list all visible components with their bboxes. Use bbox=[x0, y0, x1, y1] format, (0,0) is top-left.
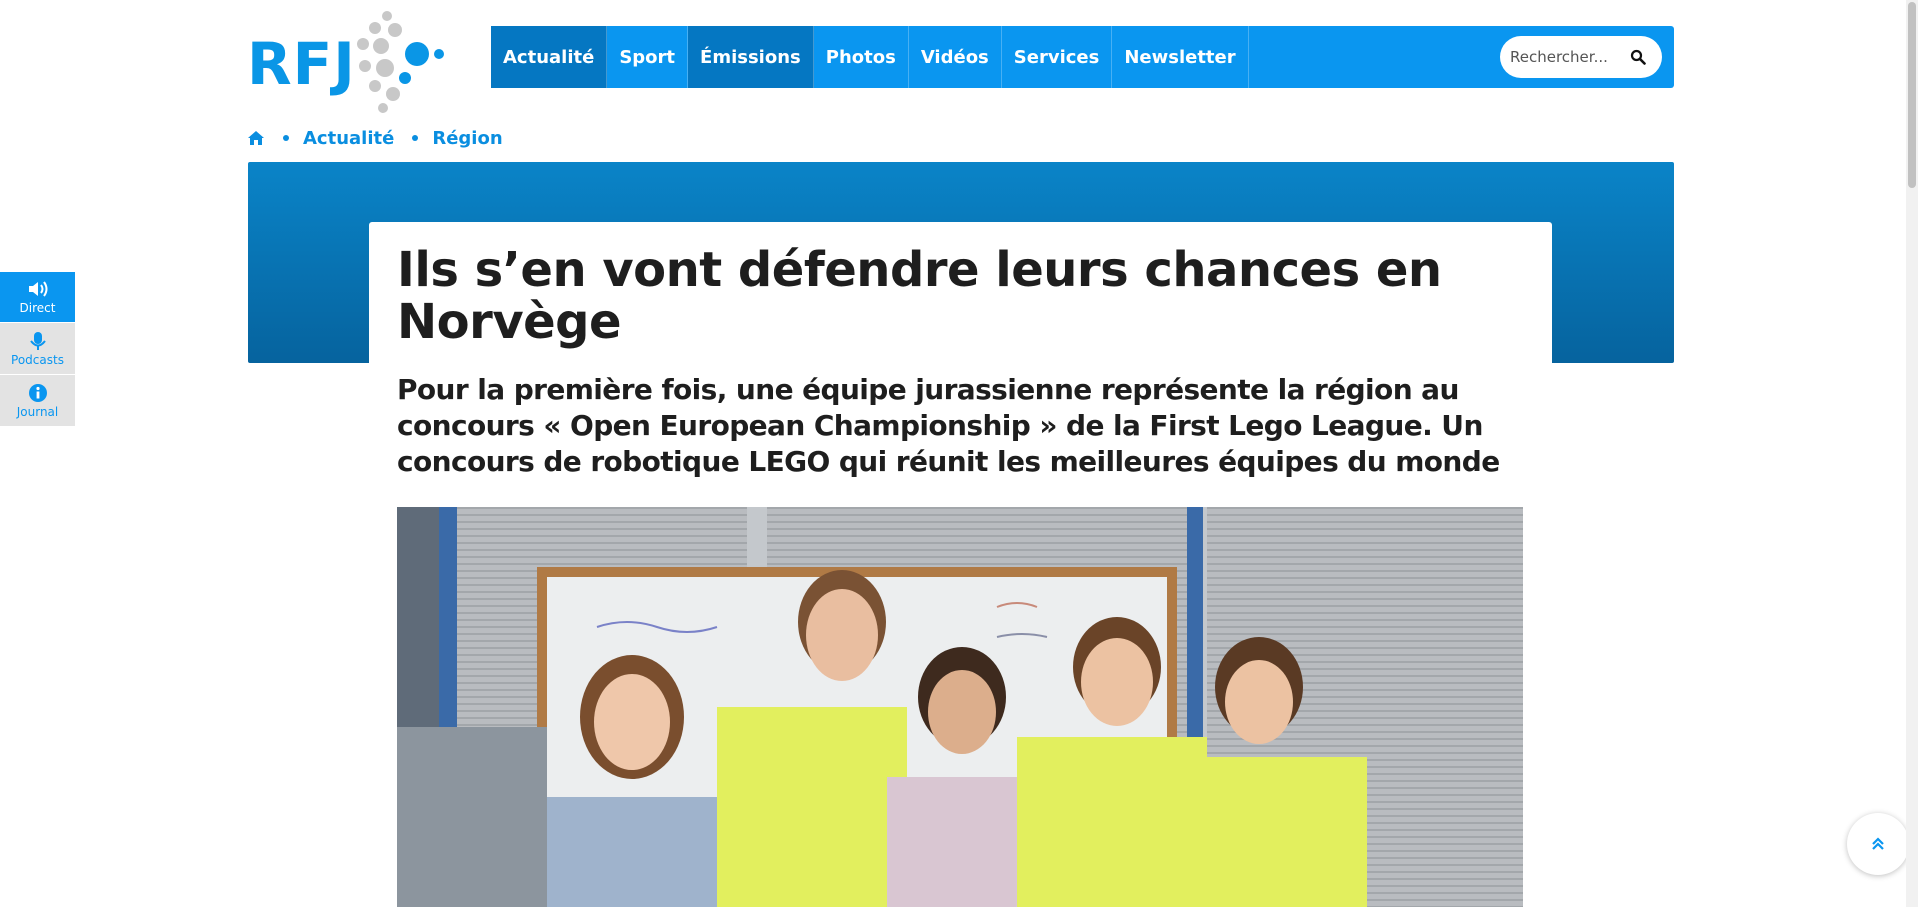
breadcrumb-separator bbox=[412, 135, 419, 141]
side-toolbar: Direct Podcasts Journal bbox=[0, 272, 75, 427]
search-box bbox=[1500, 36, 1662, 78]
back-to-top-button[interactable] bbox=[1847, 813, 1909, 875]
side-journal-label: Journal bbox=[16, 404, 59, 419]
article-photo[interactable] bbox=[397, 507, 1523, 907]
nav-item-actualite[interactable]: Actualité bbox=[491, 26, 608, 88]
side-journal-button[interactable]: Journal bbox=[0, 375, 75, 426]
article-lead: Pour la première fois, une équipe jurass… bbox=[397, 373, 1500, 478]
logo-dots-icon bbox=[357, 11, 444, 113]
nav-item-newsletter[interactable]: Newsletter bbox=[1112, 26, 1249, 88]
search-input[interactable] bbox=[1510, 48, 1628, 66]
home-icon[interactable] bbox=[247, 130, 265, 146]
logo-text: RFJ bbox=[247, 30, 356, 98]
side-podcasts-label: Podcasts bbox=[11, 352, 64, 367]
breadcrumb-separator bbox=[283, 135, 289, 141]
page-scrollbar[interactable] bbox=[1906, 0, 1918, 907]
side-podcasts-button[interactable]: Podcasts bbox=[0, 323, 75, 374]
breadcrumb-actualite[interactable]: Actualité bbox=[303, 128, 394, 149]
nav-item-emissions[interactable]: Émissions bbox=[688, 26, 814, 88]
main-nav: Actualité Sport Émissions Photos Vidéos … bbox=[491, 26, 1674, 88]
chevrons-up-icon bbox=[1872, 837, 1884, 850]
team-photo-illustration bbox=[397, 507, 1523, 907]
nav-item-photos[interactable]: Photos bbox=[814, 26, 909, 88]
nav-item-videos[interactable]: Vidéos bbox=[909, 26, 1002, 88]
search-icon[interactable] bbox=[1630, 49, 1646, 65]
speaker-icon bbox=[28, 281, 47, 297]
side-direct-label: Direct bbox=[19, 301, 56, 315]
info-icon bbox=[28, 383, 47, 402]
nav-item-sport[interactable]: Sport bbox=[607, 26, 689, 88]
breadcrumb: Actualité Région bbox=[247, 126, 503, 150]
nav-item-services[interactable]: Services bbox=[1002, 26, 1113, 88]
breadcrumb-region[interactable]: Région bbox=[432, 128, 502, 149]
side-direct-button[interactable]: Direct bbox=[0, 272, 75, 322]
scrollbar-thumb[interactable] bbox=[1908, 2, 1916, 188]
microphone-icon bbox=[29, 331, 46, 350]
site-logo[interactable]: RFJ bbox=[247, 6, 451, 114]
article-title: Ils s’en vont défendre leurs chances en … bbox=[397, 242, 1442, 350]
